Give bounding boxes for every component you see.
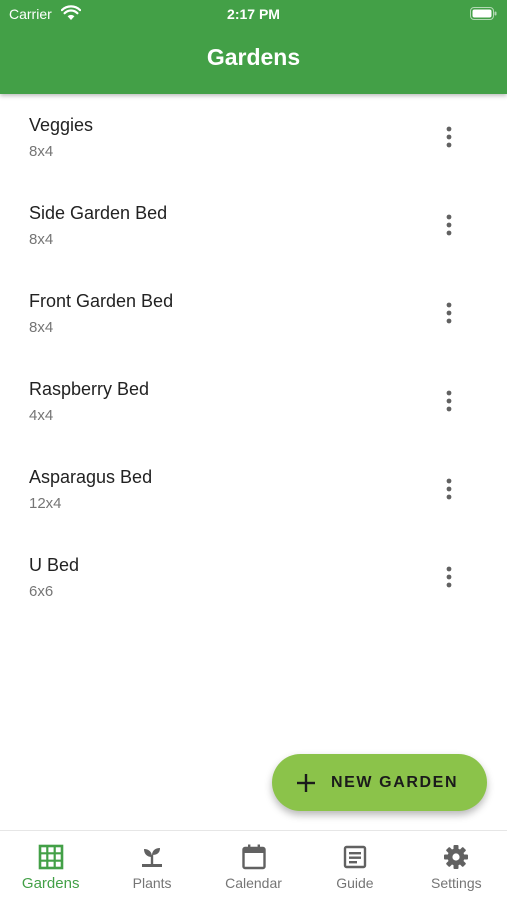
article-icon (343, 845, 367, 869)
plus-icon (297, 773, 315, 792)
new-garden-button[interactable]: NEW GARDEN (272, 754, 487, 811)
list-item[interactable]: U Bed 6x6 (0, 534, 507, 622)
garden-name: U Bed (29, 555, 80, 575)
status-time: 2:17 PM (227, 6, 280, 22)
new-garden-label: NEW GARDEN (331, 773, 459, 791)
list-item[interactable]: Raspberry Bed 4x4 (0, 358, 507, 446)
garden-size: 8x4 (29, 143, 54, 160)
battery-icon (470, 7, 497, 20)
garden-name: Side Garden Bed (29, 203, 168, 223)
nav-label-settings: Settings (431, 875, 482, 891)
list-item[interactable]: Side Garden Bed 8x4 (0, 182, 507, 270)
more-options-button[interactable] (434, 298, 464, 328)
grid-icon (38, 844, 64, 870)
gear-icon (444, 845, 469, 869)
list-item[interactable]: Veggies 8x4 (0, 94, 507, 182)
list-item[interactable]: Asparagus Bed 12x4 (0, 446, 507, 534)
more-options-button[interactable] (434, 122, 464, 152)
nav-tab-plants[interactable]: Plants (101, 831, 202, 900)
nav-label-gardens: Gardens (21, 875, 80, 892)
garden-name: Veggies (29, 115, 94, 135)
sprout-icon (142, 848, 163, 867)
more-vert-icon (446, 566, 452, 588)
more-vert-icon (446, 126, 452, 148)
more-options-button[interactable] (434, 474, 464, 504)
nav-label-guide: Guide (336, 875, 374, 891)
app-header: Carrier 2:17 PM Gardens (0, 0, 507, 94)
more-vert-icon (446, 390, 452, 412)
calendar-icon (241, 844, 266, 870)
garden-name: Asparagus Bed (29, 467, 153, 487)
garden-size: 6x6 (29, 583, 54, 600)
garden-name: Raspberry Bed (29, 379, 150, 399)
more-options-button[interactable] (434, 210, 464, 240)
nav-tab-guide[interactable]: Guide (304, 831, 405, 900)
more-options-button[interactable] (434, 562, 464, 592)
garden-size: 12x4 (29, 495, 62, 512)
garden-size: 8x4 (29, 231, 54, 248)
garden-name: Front Garden Bed (29, 291, 174, 311)
more-vert-icon (446, 214, 452, 236)
more-vert-icon (446, 478, 452, 500)
more-vert-icon (446, 302, 452, 324)
bottom-navigation: Gardens Plants Calendar Guide Settings (0, 830, 507, 900)
garden-list: Veggies 8x4 Side Garden Bed 8x4 Front Ga… (0, 94, 507, 622)
nav-label-calendar: Calendar (225, 875, 282, 891)
nav-tab-gardens[interactable]: Gardens (0, 831, 101, 900)
gardens-screen: Carrier 2:17 PM Gardens Veggies 8x4 Side… (0, 0, 507, 900)
more-options-button[interactable] (434, 386, 464, 416)
nav-tab-settings[interactable]: Settings (406, 831, 507, 900)
page-title: Gardens (206, 44, 301, 70)
nav-label-plants: Plants (132, 875, 172, 891)
nav-tab-calendar[interactable]: Calendar (203, 831, 304, 900)
garden-size: 4x4 (29, 407, 54, 424)
garden-size: 8x4 (29, 319, 54, 336)
status-bar: Carrier 2:17 PM (0, 0, 507, 28)
list-item[interactable]: Front Garden Bed 8x4 (0, 270, 507, 358)
